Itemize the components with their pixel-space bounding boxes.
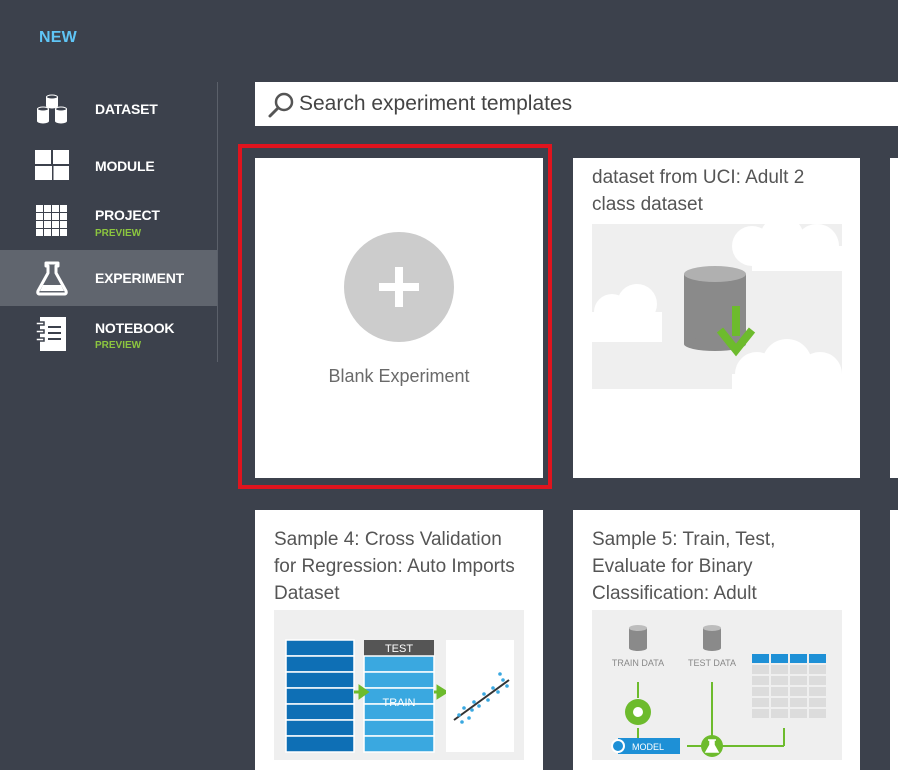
clipped-card-bottom[interactable] (890, 510, 898, 770)
notebook-icon (35, 317, 66, 351)
notebook-preview-badge: PREVIEW (95, 340, 142, 351)
sample4-card-title: Sample 4: Cross Validation for Regressio… (274, 529, 515, 604)
cloud-database-icon (592, 216, 842, 396)
sample4-illustration: TEST TRAIN (274, 610, 524, 760)
search-input[interactable] (299, 88, 859, 120)
nav-label-notebook: NOTEBOOK (95, 320, 175, 336)
train-test-diagram: TRAIN DATA TEST DATA MODEL (611, 625, 826, 757)
train-data-label: TRAIN DATA (612, 658, 664, 668)
search-bar (255, 82, 898, 126)
uci-illustration (592, 216, 842, 396)
nav-label-experiment: EXPERIMENT (95, 270, 185, 286)
selection-highlight (238, 144, 552, 489)
sample4-card[interactable]: Sample 4: Cross Validation for Regressio… (255, 510, 543, 770)
test-label: TEST (385, 643, 413, 655)
nav-item-notebook[interactable]: NOTEBOOK PREVIEW (0, 306, 217, 362)
nav-label-dataset: DATASET (95, 101, 158, 117)
model-label: MODEL (632, 742, 664, 752)
nav-label-module: MODULE (95, 158, 155, 174)
clipped-card-top[interactable] (890, 158, 898, 478)
nav-item-project[interactable]: PROJECT PREVIEW (0, 193, 217, 249)
nav-divider (217, 82, 218, 362)
uci-card-title: dataset from UCI: Adult 2 class dataset (592, 167, 805, 215)
train-label: TRAIN (383, 697, 416, 709)
module-icon (35, 150, 69, 180)
nav-item-dataset[interactable]: DATASET (0, 81, 217, 137)
nav-label-project: PROJECT (95, 207, 160, 223)
project-icon (36, 205, 67, 236)
sample5-card[interactable]: Sample 5: Train, Test, Evaluate for Bina… (573, 510, 860, 770)
flask-icon (36, 261, 68, 296)
nav-item-module[interactable]: MODULE (0, 137, 217, 193)
project-preview-badge: PREVIEW (95, 228, 142, 239)
uci-dataset-card[interactable]: dataset from UCI: Adult 2 class dataset (573, 158, 860, 478)
sample5-card-title: Sample 5: Train, Test, Evaluate for Bina… (592, 529, 776, 604)
cross-validation-diagram: TEST TRAIN (285, 639, 514, 753)
test-data-label: TEST DATA (688, 658, 736, 668)
nav-item-experiment[interactable]: EXPERIMENT (0, 250, 217, 306)
search-icon[interactable] (267, 91, 295, 119)
sample5-illustration: TRAIN DATA TEST DATA MODEL (592, 610, 842, 760)
new-heading: NEW (39, 29, 77, 46)
dataset-icon (37, 94, 67, 124)
